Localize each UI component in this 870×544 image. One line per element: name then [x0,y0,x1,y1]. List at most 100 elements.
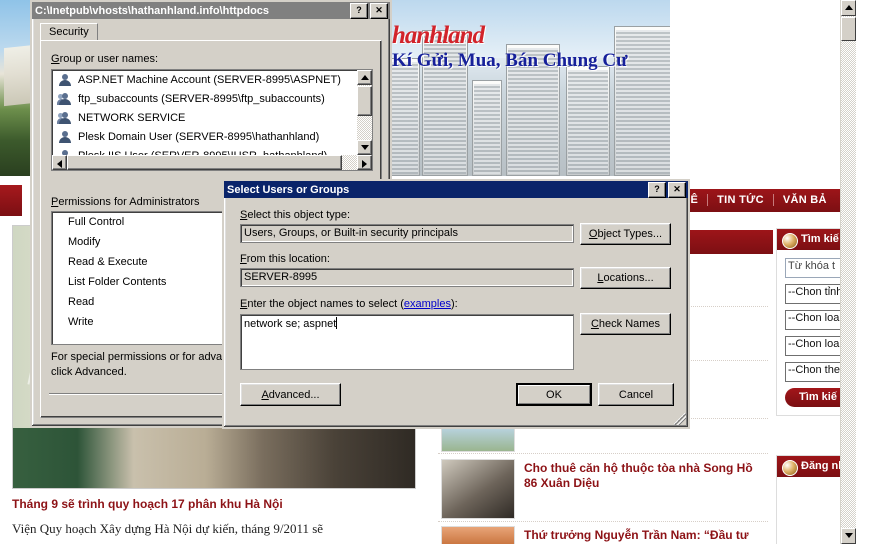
nav-item-tintuc[interactable]: TIN TỨC [708,194,774,206]
banner-building [614,26,670,176]
object-names-input[interactable]: network se; aspnet [240,314,574,370]
listing-thumbnail[interactable] [441,459,515,519]
listing-title[interactable]: Cho thuê căn hộ thuộc tòa nhà Song Hồ 86… [524,461,769,491]
ok-button-label: OK [518,385,590,404]
listing-thumbnail[interactable] [441,526,515,544]
search-bullet-icon [782,233,798,249]
list-item-label: ASP.NET Machine Account (SERVER-8995\ASP… [78,73,341,86]
advanced-button[interactable]: Advanced... [240,383,341,406]
ok-button[interactable]: OK [516,383,592,406]
special-permissions-line2: click Advanced. [51,366,127,378]
page-scroll-thumb[interactable] [841,17,856,41]
object-names-value: network se; aspnet [244,318,337,330]
page-scrollbar[interactable] [840,0,856,544]
user-icon [58,130,73,144]
listbox-scroll-down-button[interactable] [357,140,372,155]
parent-help-button[interactable]: ? [350,2,368,19]
locations-label-rest: ocations... [603,272,654,284]
object-types-button[interactable]: Object Types... [580,223,671,245]
nav-item-vanban[interactable]: VĂN BẢ [774,194,836,206]
chevron-up-icon [844,5,853,10]
parent-window-title: C:\Inetpub\vhosts\hathanhland.info\httpd… [35,4,270,17]
location-label: From this location: [240,253,330,265]
group-icon [57,111,73,125]
examples-link[interactable]: examples [404,298,451,310]
object-types-label-rest: bject Types... [597,228,663,240]
check-names-accel: C [590,318,599,330]
chevron-left-icon [57,160,62,168]
location-label-rest: rom this location: [246,253,330,265]
banner-building [566,66,610,176]
list-item-label: ftp_subaccounts (SERVER-8995\ftp_subacco… [78,92,325,105]
group-or-user-names-label: Group or user names: [51,53,158,65]
advanced-accel: A [261,388,269,401]
list-item[interactable]: Plesk Domain User (SERVER-8995\hathanhla… [52,127,357,146]
article-title[interactable]: Tháng 9 sẽ trình quy hoạch 17 phân khu H… [12,497,283,511]
group-label-rest: roup or user names: [59,53,158,65]
article-body: Viện Quy hoạch Xây dựng Hà Nội dự kiến, … [12,521,324,536]
chevron-up-icon [360,75,369,80]
nav-left-block [0,185,22,216]
listbox-scroll-up-button[interactable] [357,70,372,85]
permissions-label-rest: ermissions for Administrators [58,196,200,208]
listbox-scroll-thumb[interactable] [357,86,372,116]
parent-title-bar[interactable]: C:\Inetpub\vhosts\hathanhland.info\httpd… [32,2,390,19]
object-type-field[interactable]: Users, Groups, or Built-in security prin… [240,224,574,243]
location-accel: F [240,253,247,265]
permissions-label: Permissions for Administrators [51,196,200,208]
select-users-or-groups-dialog[interactable]: Select Users or Groups ? ✕ Select this o… [222,179,690,429]
listbox-scroll-left-button[interactable] [52,155,67,170]
listbox-vertical-scrollbar[interactable] [357,70,372,155]
parent-close-button[interactable]: ✕ [370,2,388,19]
object-names-label: Enter the object names to select (exampl… [240,298,458,310]
chevron-down-icon [360,145,369,150]
listing-title[interactable]: Thứ trưởng Nguyễn Trần Nam: “Đầu tư [524,528,774,543]
dialog-help-button[interactable]: ? [648,181,666,198]
group-user-listbox[interactable]: ASP.NET Machine Account (SERVER-8995\ASP… [51,69,373,171]
special-permissions-line1: For special permissions or for advanc [51,351,234,363]
dialog-title: Select Users or Groups [227,183,350,196]
page-scroll-down-button[interactable] [841,528,856,544]
group-icon [57,92,73,106]
object-type-label: Select this object type: [240,209,350,221]
chevron-down-icon [844,533,853,538]
location-field[interactable]: SERVER-8995 [240,268,574,287]
text-caret [336,317,338,329]
advanced-label-rest: dvanced... [268,388,320,401]
banner-tagline: Kí Gửi, Mua, Bán Chung Cư [392,50,628,71]
dialog-title-bar[interactable]: Select Users or Groups ? ✕ [224,181,688,198]
list-item[interactable]: ftp_subaccounts (SERVER-8995\ftp_subacco… [52,89,357,108]
sidebar-search-title: Tìm kiế [801,233,839,245]
list-item-label: Plesk Domain User (SERVER-8995\hathanhla… [78,130,320,143]
banner-building [472,80,502,176]
names-label-post: ): [450,298,458,310]
tab-strip[interactable]: Security [40,23,380,44]
object-type-label-rest: elect this object type: [247,209,351,221]
listbox-horizontal-scrollbar[interactable] [52,155,372,170]
dialog-body: Select this object type: Users, Groups, … [224,198,688,427]
check-names-label-rest: heck Names [598,318,661,330]
locations-button[interactable]: Locations... [580,267,671,289]
resize-grip[interactable] [674,413,686,425]
names-label-pre: nter the object names to select ( [247,298,404,310]
site-logo: hanhland [392,22,485,49]
list-item[interactable]: ASP.NET Machine Account (SERVER-8995\ASP… [52,70,357,89]
photo-crowd-strip [13,428,415,488]
list-item-label: NETWORK SERVICE [78,111,186,124]
page-scroll-up-button[interactable] [841,0,856,16]
group-label-accel: G [51,53,60,65]
listing-separator [438,453,768,454]
user-icon [58,73,73,87]
list-item[interactable]: NETWORK SERVICE [52,108,357,127]
login-bullet-icon [782,460,798,476]
listbox-hscroll-thumb[interactable] [67,155,342,170]
chevron-right-icon [362,160,367,168]
cancel-button[interactable]: Cancel [598,383,674,406]
site-banner: hanhland Kí Gửi, Mua, Bán Chung Cư [390,0,670,176]
banner-building [390,58,420,176]
listing-separator [438,521,768,522]
object-types-accel: O [588,228,598,240]
dialog-close-button[interactable]: ✕ [668,181,686,198]
check-names-button[interactable]: Check Names [580,313,671,335]
listbox-scroll-right-button[interactable] [357,155,372,170]
